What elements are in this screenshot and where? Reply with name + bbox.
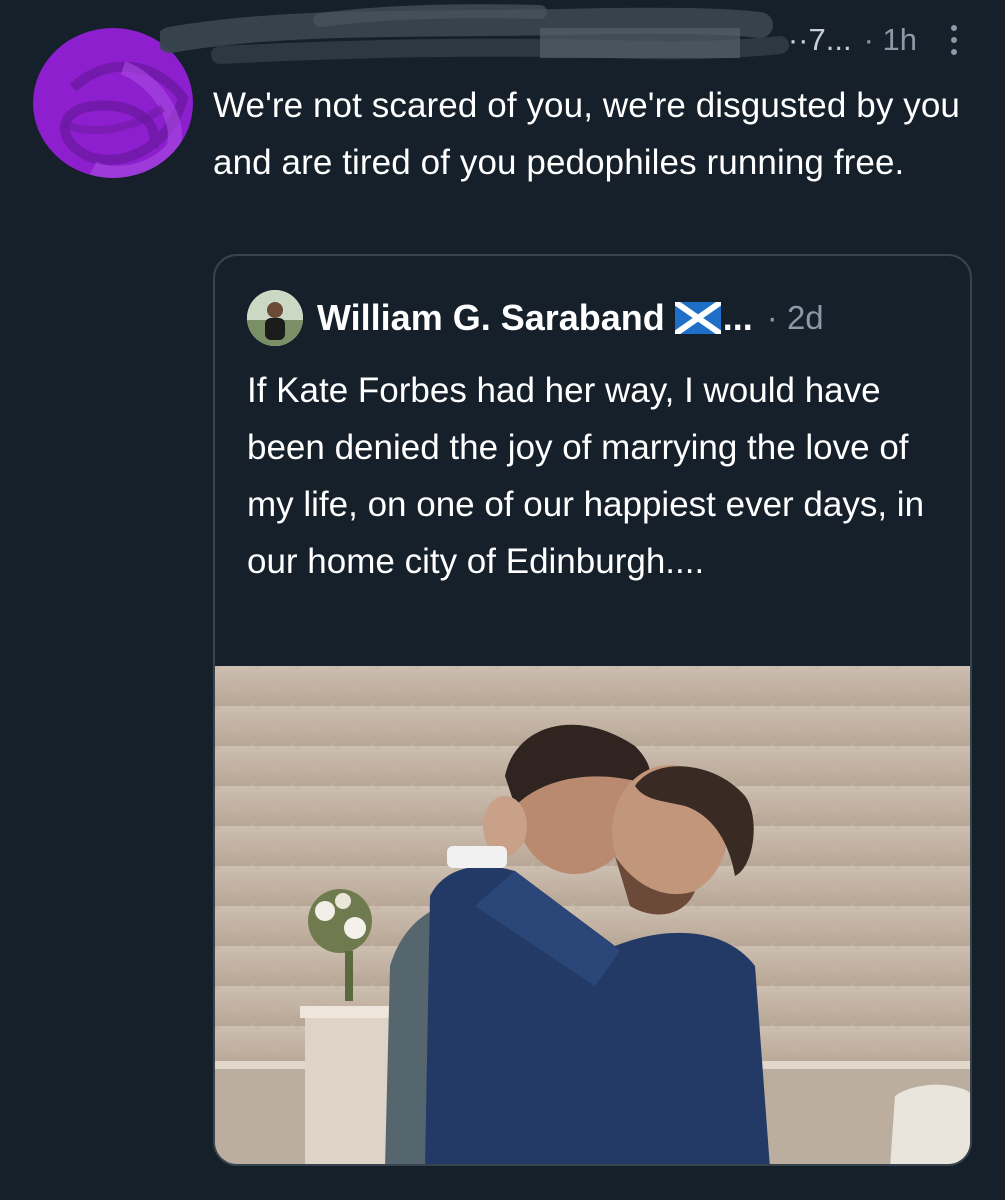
tweet-text: We're not scared of you, we're disgusted…: [213, 86, 960, 182]
name-redaction: [160, 4, 789, 64]
quoted-author-name[interactable]: William G. Saraband: [317, 297, 665, 339]
tweet[interactable]: ··7... · 1h We're not scared of you, we'…: [0, 0, 1005, 1200]
more-options-icon[interactable]: [951, 25, 957, 55]
quoted-tweet-timestamp[interactable]: · 2d: [767, 299, 824, 337]
quoted-tweet-photo[interactable]: [215, 666, 970, 1164]
quoted-author-avatar[interactable]: [247, 290, 303, 346]
tweet-header-meta: ··7... · 1h: [788, 22, 957, 58]
tweet-timestamp[interactable]: · 1h: [864, 22, 917, 58]
quoted-tweet-card[interactable]: William G. Saraband ... · 2d If Kate For…: [213, 254, 972, 1166]
quoted-tweet-header: William G. Saraband ... · 2d: [247, 290, 824, 346]
quoted-tweet-text: If Kate Forbes had her way, I would have…: [247, 371, 925, 581]
quoted-author-name-ellipsis: ...: [722, 297, 753, 338]
scotland-flag-icon: [673, 299, 723, 337]
author-name-tail[interactable]: ··7...: [788, 22, 852, 58]
wedding-kiss-photo: [215, 666, 970, 1164]
